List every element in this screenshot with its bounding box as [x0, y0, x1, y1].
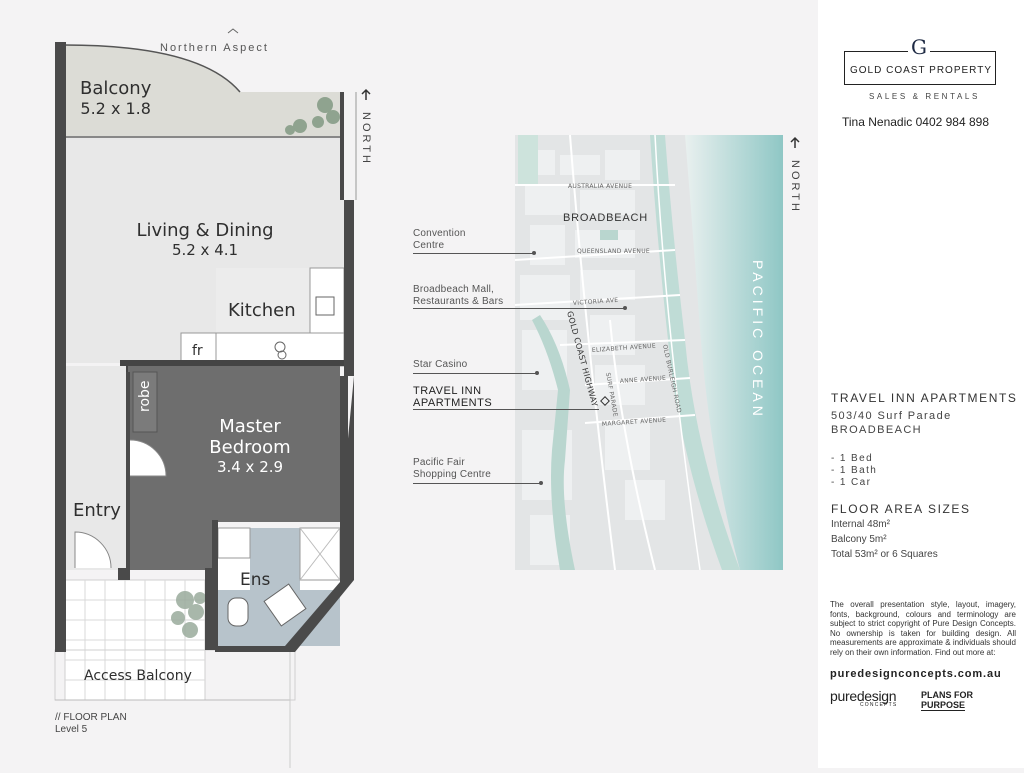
floor-plan-drawing	[54, 28, 371, 768]
location-map: AUSTRALIA AVENUE QUEENSLAND AVENUE VICTO…	[410, 130, 810, 580]
copyright-disclaimer: The overall presentation style, layout, …	[830, 600, 1016, 657]
agent-contact: Tina Nenadic 0402 984 898	[842, 115, 989, 129]
agency-tagline: SALES & RENTALS	[869, 92, 980, 101]
property-address: 503/40 Surf Parade	[831, 410, 952, 422]
area-internal: Internal 48m²	[831, 519, 890, 530]
plan-north-label: NORTH	[360, 112, 372, 166]
callout-travel-inn: TRAVEL INN APARTMENTS	[413, 385, 493, 409]
street-queensland: QUEENSLAND AVENUE	[577, 248, 650, 255]
area-title: FLOOR AREA SIZES	[831, 502, 971, 516]
callout-travel-line	[413, 409, 599, 410]
ocean-label: PACIFIC OCEAN	[750, 260, 766, 420]
feature-bath: - 1 Bath	[831, 465, 878, 476]
feature-bed: - 1 Bed	[831, 453, 874, 464]
feature-car: - 1 Car	[831, 477, 872, 488]
balcony-label: Balcony 5.2 x 1.8	[80, 78, 152, 118]
callout-mall-line	[413, 308, 625, 309]
kitchen-label: Kitchen	[228, 300, 296, 321]
agency-logo-letter: G	[908, 36, 930, 58]
access-balcony-label: Access Balcony	[84, 668, 192, 684]
robe-label: robe	[137, 380, 153, 412]
callout-mall: Broadbeach Mall, Restaurants & Bars	[413, 284, 504, 307]
fridge-label: fr	[192, 343, 203, 359]
plans-for-purpose-logo: PLANS FOR PURPOSE	[921, 690, 974, 711]
living-dining-label: Living & Dining 5.2 x 4.1	[136, 220, 274, 259]
master-bedroom-label: Master Bedroom 3.4 x 2.9	[209, 416, 291, 476]
property-suburb: BROADBEACH	[831, 424, 923, 436]
callout-pacific-fair: Pacific Fair Shopping Centre	[413, 457, 492, 480]
floor-plan: Northern Aspect NORTH Balcony 5.2 x 1.8 …	[0, 0, 420, 768]
area-balcony: Balcony 5m²	[831, 534, 887, 545]
map-north-label: NORTH	[789, 160, 801, 214]
callout-convention-line	[413, 253, 534, 254]
property-name: TRAVEL INN APARTMENTS	[831, 391, 1018, 405]
agency-name: GOLD COAST PROPERTY	[850, 65, 992, 76]
info-panel: GOLD COAST PROPERTY G SALES & RENTALS Ti…	[818, 0, 1024, 768]
ensuite-label: Ens	[240, 570, 271, 590]
entry-label: Entry	[73, 500, 121, 521]
callout-casino: Star Casino	[413, 359, 468, 370]
street-australia: AUSTRALIA AVENUE	[568, 183, 632, 190]
website-link[interactable]: puredesignconcepts.com.au	[830, 668, 1002, 680]
callout-convention: Convention Centre	[413, 228, 466, 251]
puredesign-logo: puredesign CONCEPTS	[830, 688, 898, 708]
callout-fair-line	[413, 483, 541, 484]
callout-casino-line	[413, 373, 537, 374]
area-total: Total 53m² or 6 Squares	[831, 549, 938, 560]
aspect-label: Northern Aspect	[160, 42, 269, 54]
floor-plan-caption: // FLOOR PLAN Level 5	[55, 712, 127, 735]
map-suburb-label: BROADBEACH	[563, 212, 649, 224]
